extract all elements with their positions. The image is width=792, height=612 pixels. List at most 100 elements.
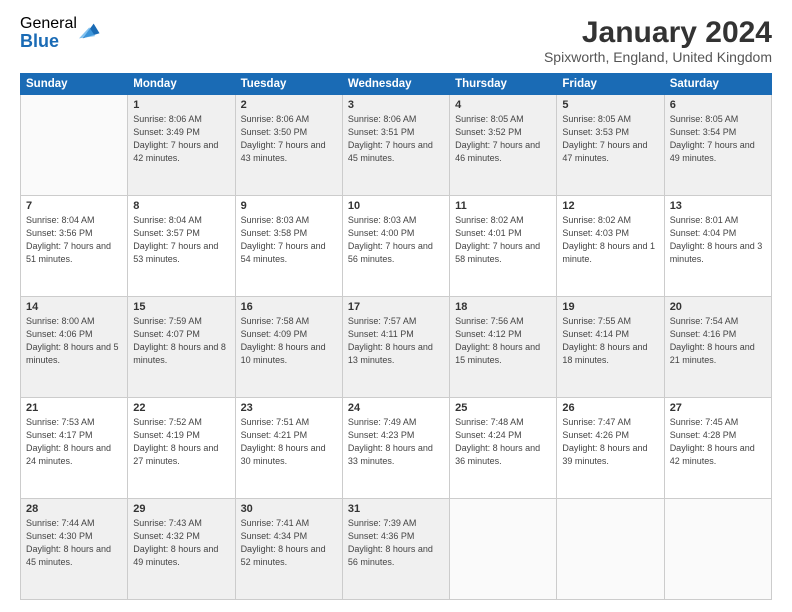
day-number: 9 bbox=[241, 200, 337, 212]
day-info: Sunrise: 7:48 AM Sunset: 4:24 PM Dayligh… bbox=[455, 416, 551, 468]
logo-general: General bbox=[20, 16, 77, 32]
day-info: Sunrise: 7:51 AM Sunset: 4:21 PM Dayligh… bbox=[241, 416, 337, 468]
day-info: Sunrise: 7:45 AM Sunset: 4:28 PM Dayligh… bbox=[670, 416, 766, 468]
day-number: 19 bbox=[562, 301, 658, 313]
col-thursday: Thursday bbox=[450, 74, 557, 95]
table-row: 1Sunrise: 8:06 AM Sunset: 3:49 PM Daylig… bbox=[128, 95, 235, 196]
day-number: 22 bbox=[133, 402, 229, 414]
day-number: 30 bbox=[241, 503, 337, 515]
table-row: 24 Sunrise: 7:49 AM Sunset: 4:23 PM Dayli… bbox=[342, 398, 449, 499]
day-number: 21 bbox=[26, 402, 122, 414]
table-row: 20 Sunrise: 7:54 AM Sunset: 4:16 PM Dayli… bbox=[664, 297, 771, 398]
day-number: 16 bbox=[241, 301, 337, 313]
table-row: 18Sunrise: 7:56 AM Sunset: 4:12 PM Dayli… bbox=[450, 297, 557, 398]
table-row: 13Sunrise: 8:01 AM Sunset: 4:04 PM Dayli… bbox=[664, 196, 771, 297]
day-info: Sunrise: 8:02 AM Sunset: 4:01 PM Dayligh… bbox=[455, 214, 551, 266]
day-number: 23 bbox=[241, 402, 337, 414]
table-row: 3Sunrise: 8:06 AM Sunset: 3:51 PM Daylig… bbox=[342, 95, 449, 196]
calendar-row-0: 1Sunrise: 8:06 AM Sunset: 3:49 PM Daylig… bbox=[21, 95, 772, 196]
table-row: 5 Sunrise: 8:05 AM Sunset: 3:53 PM Daylig… bbox=[557, 95, 664, 196]
day-info: Sunrise: 7:55 AM Sunset: 4:14 PM Dayligh… bbox=[562, 315, 658, 367]
day-info: Sunrise: 7:39 AM Sunset: 4:36 PM Dayligh… bbox=[348, 517, 444, 569]
day-number: 8 bbox=[133, 200, 229, 212]
day-number: 31 bbox=[348, 503, 444, 515]
day-number: 17 bbox=[348, 301, 444, 313]
day-number: 24 bbox=[348, 402, 444, 414]
table-row bbox=[21, 95, 128, 196]
calendar-header: Sunday Monday Tuesday Wednesday Thursday… bbox=[21, 74, 772, 95]
day-number: 26 bbox=[562, 402, 658, 414]
table-row: 22 Sunrise: 7:52 AM Sunset: 4:19 PM Dayli… bbox=[128, 398, 235, 499]
table-row bbox=[664, 499, 771, 600]
table-row: 12 Sunrise: 8:02 AM Sunset: 4:03 PM Dayli… bbox=[557, 196, 664, 297]
calendar-row-3: 21 Sunrise: 7:53 AM Sunset: 4:17 PM Dayli… bbox=[21, 398, 772, 499]
day-info: Sunrise: 7:53 AM Sunset: 4:17 PM Dayligh… bbox=[26, 416, 122, 468]
table-row: 16Sunrise: 7:58 AM Sunset: 4:09 PM Dayli… bbox=[235, 297, 342, 398]
header: General Blue January 2024 Spixworth, Eng… bbox=[20, 16, 772, 65]
logo-icon bbox=[79, 20, 101, 42]
day-number: 27 bbox=[670, 402, 766, 414]
calendar-row-1: 7Sunrise: 8:04 AM Sunset: 3:56 PM Daylig… bbox=[21, 196, 772, 297]
day-number: 28 bbox=[26, 503, 122, 515]
table-row: 28Sunrise: 7:44 AM Sunset: 4:30 PM Dayli… bbox=[21, 499, 128, 600]
table-row: 7Sunrise: 8:04 AM Sunset: 3:56 PM Daylig… bbox=[21, 196, 128, 297]
col-friday: Friday bbox=[557, 74, 664, 95]
calendar-row-4: 28Sunrise: 7:44 AM Sunset: 4:30 PM Dayli… bbox=[21, 499, 772, 600]
day-info: Sunrise: 8:05 AM Sunset: 3:52 PM Dayligh… bbox=[455, 113, 551, 165]
day-info: Sunrise: 7:54 AM Sunset: 4:16 PM Dayligh… bbox=[670, 315, 766, 367]
day-number: 7 bbox=[26, 200, 122, 212]
calendar-page: General Blue January 2024 Spixworth, Eng… bbox=[0, 0, 792, 612]
day-number: 12 bbox=[562, 200, 658, 212]
table-row: 27 Sunrise: 7:45 AM Sunset: 4:28 PM Dayli… bbox=[664, 398, 771, 499]
day-number: 4 bbox=[455, 99, 551, 111]
title-block: January 2024 Spixworth, England, United … bbox=[544, 16, 772, 65]
month-title: January 2024 bbox=[544, 16, 772, 49]
day-number: 15 bbox=[133, 301, 229, 313]
day-info: Sunrise: 8:02 AM Sunset: 4:03 PM Dayligh… bbox=[562, 214, 658, 266]
logo: General Blue bbox=[20, 16, 101, 50]
day-info: Sunrise: 7:59 AM Sunset: 4:07 PM Dayligh… bbox=[133, 315, 229, 367]
day-info: Sunrise: 7:49 AM Sunset: 4:23 PM Dayligh… bbox=[348, 416, 444, 468]
table-row: 30 Sunrise: 7:41 AM Sunset: 4:34 PM Dayli… bbox=[235, 499, 342, 600]
day-number: 20 bbox=[670, 301, 766, 313]
table-row bbox=[450, 499, 557, 600]
day-number: 3 bbox=[348, 99, 444, 111]
header-row: Sunday Monday Tuesday Wednesday Thursday… bbox=[21, 74, 772, 95]
table-row: 11 Sunrise: 8:02 AM Sunset: 4:01 PM Dayli… bbox=[450, 196, 557, 297]
table-row: 25Sunrise: 7:48 AM Sunset: 4:24 PM Dayli… bbox=[450, 398, 557, 499]
day-info: Sunrise: 8:00 AM Sunset: 4:06 PM Dayligh… bbox=[26, 315, 122, 367]
day-info: Sunrise: 8:03 AM Sunset: 3:58 PM Dayligh… bbox=[241, 214, 337, 266]
table-row: 10 Sunrise: 8:03 AM Sunset: 4:00 PM Dayli… bbox=[342, 196, 449, 297]
logo-text: General Blue bbox=[20, 16, 77, 50]
table-row: 8 Sunrise: 8:04 AM Sunset: 3:57 PM Daylig… bbox=[128, 196, 235, 297]
table-row: 15 Sunrise: 7:59 AM Sunset: 4:07 PM Dayli… bbox=[128, 297, 235, 398]
logo-blue: Blue bbox=[20, 32, 77, 50]
day-info: Sunrise: 7:43 AM Sunset: 4:32 PM Dayligh… bbox=[133, 517, 229, 569]
table-row: 14 Sunrise: 8:00 AM Sunset: 4:06 PM Dayli… bbox=[21, 297, 128, 398]
table-row: 19 Sunrise: 7:55 AM Sunset: 4:14 PM Dayli… bbox=[557, 297, 664, 398]
calendar-row-2: 14 Sunrise: 8:00 AM Sunset: 4:06 PM Dayli… bbox=[21, 297, 772, 398]
day-number: 5 bbox=[562, 99, 658, 111]
col-monday: Monday bbox=[128, 74, 235, 95]
day-info: Sunrise: 8:05 AM Sunset: 3:53 PM Dayligh… bbox=[562, 113, 658, 165]
day-number: 11 bbox=[455, 200, 551, 212]
table-row: 26Sunrise: 7:47 AM Sunset: 4:26 PM Dayli… bbox=[557, 398, 664, 499]
day-number: 29 bbox=[133, 503, 229, 515]
table-row: 21 Sunrise: 7:53 AM Sunset: 4:17 PM Dayli… bbox=[21, 398, 128, 499]
day-info: Sunrise: 7:52 AM Sunset: 4:19 PM Dayligh… bbox=[133, 416, 229, 468]
day-info: Sunrise: 7:56 AM Sunset: 4:12 PM Dayligh… bbox=[455, 315, 551, 367]
day-number: 14 bbox=[26, 301, 122, 313]
day-info: Sunrise: 8:06 AM Sunset: 3:50 PM Dayligh… bbox=[241, 113, 337, 165]
day-info: Sunrise: 8:04 AM Sunset: 3:57 PM Dayligh… bbox=[133, 214, 229, 266]
day-info: Sunrise: 8:05 AM Sunset: 3:54 PM Dayligh… bbox=[670, 113, 766, 165]
table-row bbox=[557, 499, 664, 600]
day-info: Sunrise: 8:06 AM Sunset: 3:49 PM Dayligh… bbox=[133, 113, 229, 165]
table-row: 9 Sunrise: 8:03 AM Sunset: 3:58 PM Daylig… bbox=[235, 196, 342, 297]
day-number: 6 bbox=[670, 99, 766, 111]
day-info: Sunrise: 8:01 AM Sunset: 4:04 PM Dayligh… bbox=[670, 214, 766, 266]
day-number: 10 bbox=[348, 200, 444, 212]
day-info: Sunrise: 7:41 AM Sunset: 4:34 PM Dayligh… bbox=[241, 517, 337, 569]
day-info: Sunrise: 8:03 AM Sunset: 4:00 PM Dayligh… bbox=[348, 214, 444, 266]
table-row: 29 Sunrise: 7:43 AM Sunset: 4:32 PM Dayli… bbox=[128, 499, 235, 600]
table-row: 17Sunrise: 7:57 AM Sunset: 4:11 PM Dayli… bbox=[342, 297, 449, 398]
